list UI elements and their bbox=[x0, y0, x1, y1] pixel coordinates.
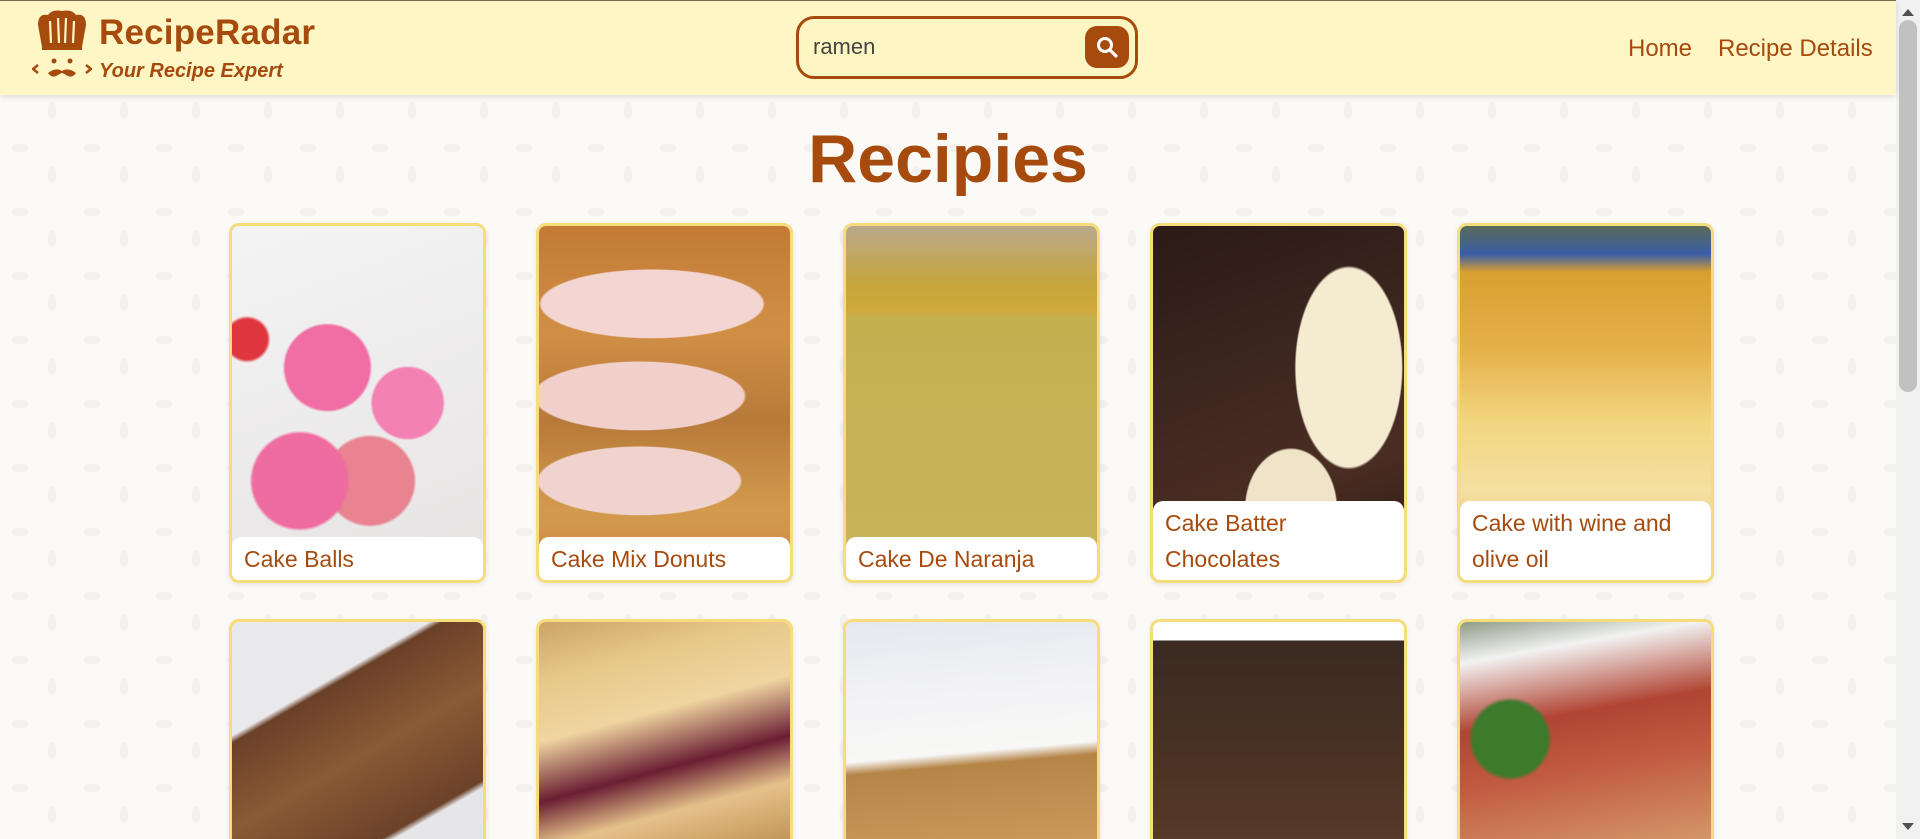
nav-home-link[interactable]: Home bbox=[1628, 35, 1692, 63]
recipe-title: Cake Balls bbox=[232, 537, 483, 580]
recipe-card[interactable] bbox=[1150, 619, 1407, 839]
recipe-card[interactable]: Cake with wine and olive oil bbox=[1457, 223, 1714, 583]
chef-hat-mustache-icon[interactable] bbox=[32, 9, 92, 89]
recipe-card[interactable] bbox=[843, 619, 1100, 839]
recipe-card[interactable]: Cake Batter Chocolates bbox=[1150, 223, 1407, 583]
vertical-scrollbar[interactable] bbox=[1896, 0, 1920, 839]
nav-recipe-details-link[interactable]: Recipe Details bbox=[1718, 35, 1873, 63]
recipe-card[interactable] bbox=[536, 619, 793, 839]
recipe-card[interactable]: Cake Mix Donuts bbox=[536, 223, 793, 583]
recipe-card[interactable] bbox=[229, 619, 486, 839]
recipe-image bbox=[232, 622, 483, 839]
recipe-card[interactable]: Cake Balls bbox=[229, 223, 486, 583]
recipe-image bbox=[846, 622, 1097, 839]
recipe-image bbox=[1153, 622, 1404, 839]
search-button[interactable] bbox=[1085, 26, 1129, 68]
page-title: Recipies bbox=[808, 121, 1088, 197]
recipe-image bbox=[539, 622, 790, 839]
scrollbar-thumb[interactable] bbox=[1899, 20, 1917, 392]
recipe-title: Cake De Naranja bbox=[846, 537, 1097, 580]
top-navbar: RecipeRadar Your Recipe Expert Home Reci… bbox=[0, 0, 1896, 95]
recipe-title: Cake with wine and olive oil bbox=[1460, 501, 1711, 580]
search-input[interactable] bbox=[809, 29, 1077, 65]
recipe-card[interactable]: Cake De Naranja bbox=[843, 223, 1100, 583]
recipe-title: Cake Batter Chocolates bbox=[1153, 501, 1404, 580]
recipe-image bbox=[846, 226, 1097, 580]
recipe-image bbox=[539, 226, 790, 580]
recipe-image bbox=[232, 226, 483, 580]
recipe-image bbox=[1460, 622, 1711, 839]
recipe-title: Cake Mix Donuts bbox=[539, 537, 790, 580]
scroll-down-icon[interactable] bbox=[1902, 823, 1914, 830]
brand-tagline: Your Recipe Expert bbox=[99, 60, 283, 82]
search-bar bbox=[796, 16, 1138, 79]
brand-name[interactable]: RecipeRadar bbox=[99, 13, 315, 53]
scroll-up-icon[interactable] bbox=[1902, 9, 1914, 16]
search-icon bbox=[1097, 37, 1118, 58]
recipe-card[interactable] bbox=[1457, 619, 1714, 839]
